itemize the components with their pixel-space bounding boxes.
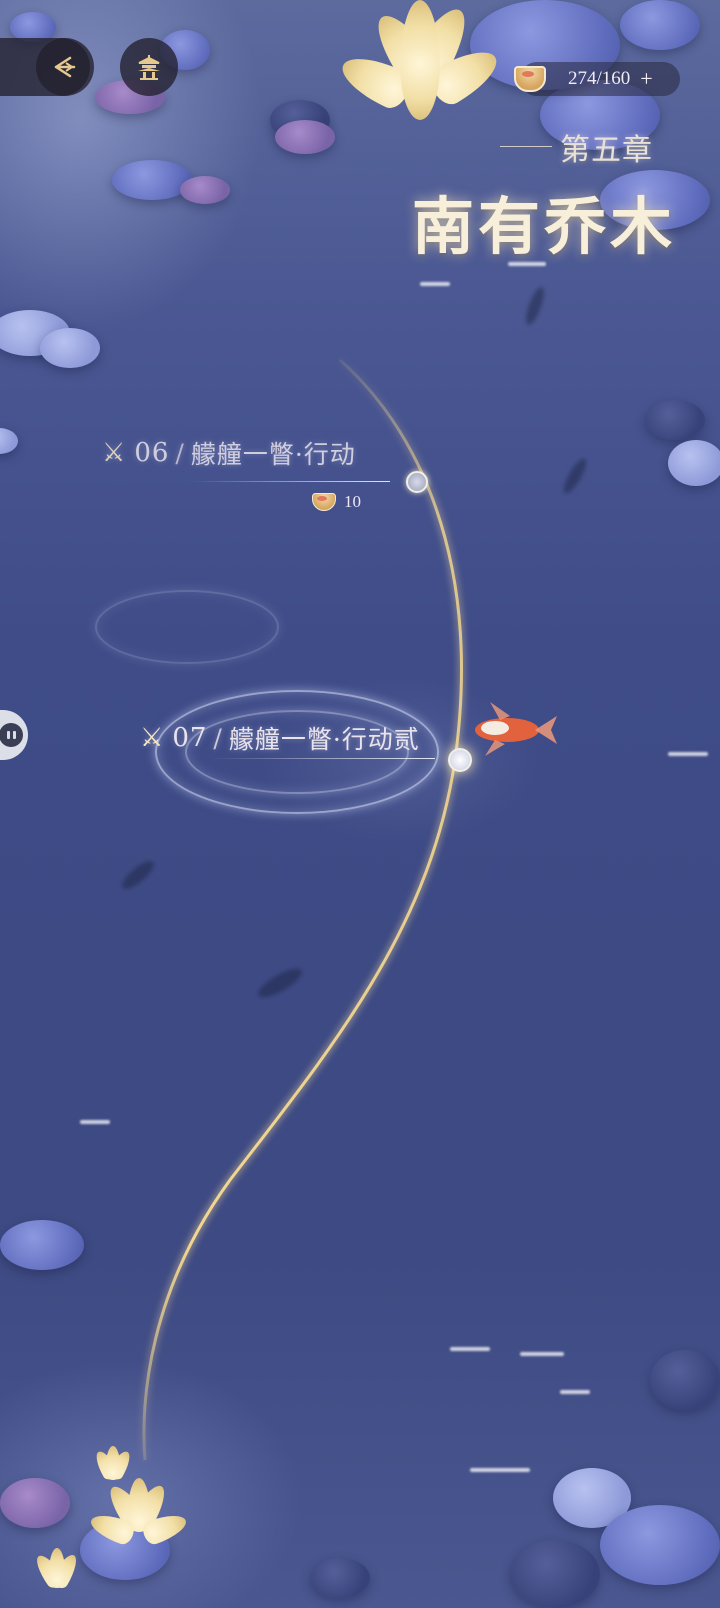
stage-06-cost: 10 [312, 492, 361, 512]
stage-divider: / [175, 438, 185, 468]
stage-underline [210, 758, 435, 759]
pavilion-icon [138, 55, 160, 80]
chapter-subtitle: 第五章 [560, 133, 653, 168]
back-button[interactable] [36, 38, 94, 96]
stage-cost-value: 10 [344, 492, 361, 511]
crossed-swords-icon: ⚔ [102, 438, 127, 468]
back-arrow-icon [54, 56, 76, 78]
stage-06[interactable]: ⚔ 06 / 艨艟一瞥·行动 [102, 435, 356, 471]
stage-name: 艨艟一瞥·行动贰 [228, 725, 420, 754]
bowl-icon [312, 493, 336, 511]
bowl-icon [514, 66, 546, 92]
stamina-counter[interactable]: 274/160 + [514, 62, 680, 96]
stage-underline [190, 481, 390, 482]
pause-icon [0, 723, 23, 747]
add-stamina-icon[interactable]: + [640, 66, 652, 92]
stage-divider: / [213, 723, 223, 753]
water-ripple [95, 590, 279, 664]
stage-07[interactable]: ⚔ 07 / 艨艟一瞥·行动贰 [140, 720, 420, 756]
stamina-value: 274/160 [568, 68, 631, 89]
koi-fish [475, 702, 557, 756]
chapter-title: 南有乔木 [412, 190, 677, 263]
stage-07-node[interactable] [448, 748, 472, 772]
stage-name: 艨艟一瞥·行动 [190, 440, 356, 469]
stage-number: 06 [134, 438, 170, 468]
crossed-swords-icon: ⚔ [140, 723, 165, 753]
stage-number: 07 [172, 723, 208, 753]
stage-06-node[interactable] [406, 471, 428, 493]
chapter-divider [500, 146, 552, 147]
home-button[interactable] [120, 38, 178, 96]
